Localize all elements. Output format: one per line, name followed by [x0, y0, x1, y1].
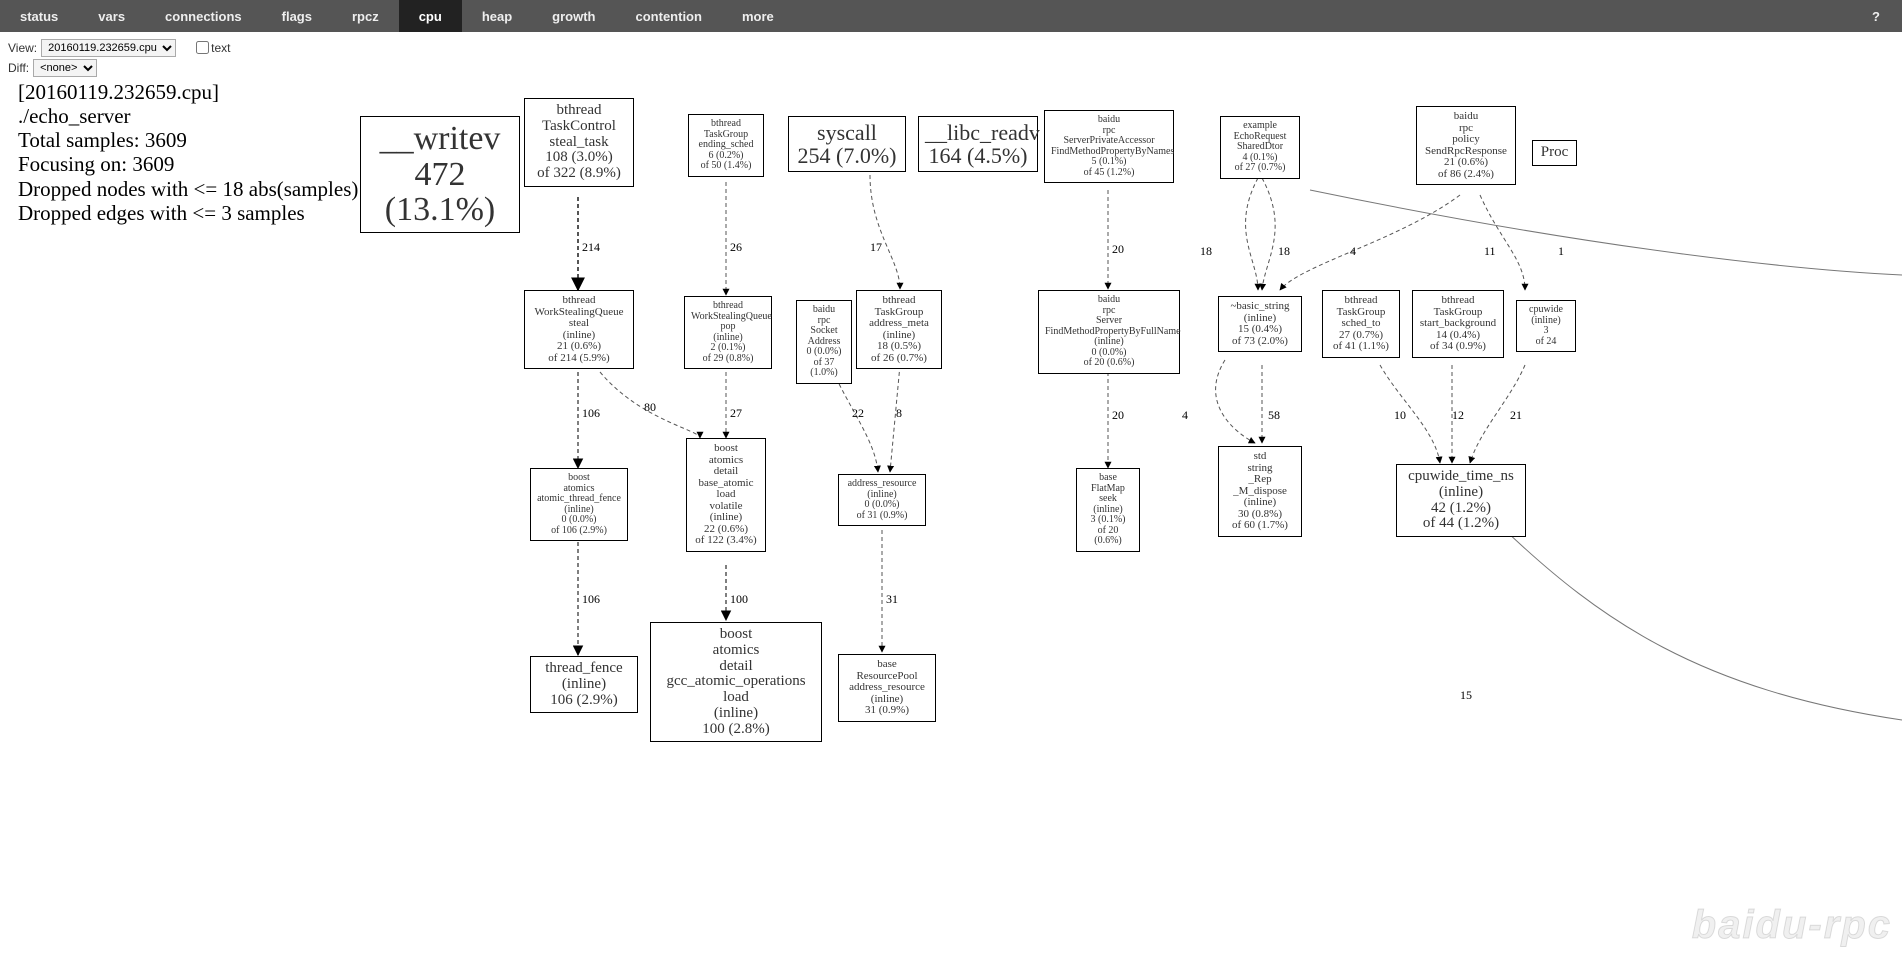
- nav-growth[interactable]: growth: [532, 0, 615, 32]
- edge-8: 8: [896, 406, 902, 421]
- summary-focus: Focusing on: 3609: [18, 152, 358, 176]
- edge-26: 26: [730, 240, 742, 255]
- edge-27: 27: [730, 406, 742, 421]
- edge-15: 15: [1460, 688, 1472, 703]
- summary-drop-edges: Dropped edges with <= 3 samples: [18, 201, 358, 225]
- node-wsq-steal[interactable]: bthreadWorkStealingQueuesteal(inline)21 …: [524, 290, 634, 369]
- node-proc[interactable]: Proc: [1532, 140, 1577, 166]
- edge-21: 21: [1510, 408, 1522, 423]
- edge-20a: 20: [1112, 242, 1124, 257]
- nav-contention[interactable]: contention: [616, 0, 722, 32]
- text-checkbox[interactable]: [196, 41, 209, 54]
- edge-80: 80: [644, 400, 656, 415]
- edge-18b: 18: [1278, 244, 1290, 259]
- summary: [20160119.232659.cpu] ./echo_server Tota…: [18, 80, 358, 225]
- node-address-resource[interactable]: address_resource(inline)0 (0.0%)of 31 (0…: [838, 474, 926, 526]
- nav-connections[interactable]: connections: [145, 0, 262, 32]
- navbar: status vars connections flags rpcz cpu h…: [0, 0, 1902, 32]
- summary-file: [20160119.232659.cpu]: [18, 80, 358, 104]
- node-basic-string[interactable]: ~basic_string(inline)15 (0.4%)of 73 (2.0…: [1218, 296, 1302, 352]
- edge-17: 17: [870, 240, 882, 255]
- edge-100: 100: [730, 592, 748, 607]
- node-start-background[interactable]: bthreadTaskGroupstart_background14 (0.4%…: [1412, 290, 1504, 358]
- edge-214: 214: [582, 240, 600, 255]
- edge-10: 10: [1394, 408, 1406, 423]
- node-send-rpc[interactable]: baidurpcpolicySendRpcResponse21 (0.6%)of…: [1416, 106, 1516, 185]
- edge-22: 22: [852, 406, 864, 421]
- node-ending-sched[interactable]: bthreadTaskGroupending_sched6 (0.2%)of 5…: [688, 114, 764, 177]
- diff-select[interactable]: <none>: [33, 59, 97, 77]
- view-label: View:: [8, 41, 37, 55]
- diff-label: Diff:: [8, 61, 29, 75]
- node-steal-task[interactable]: bthreadTaskControlsteal_task108 (3.0%)of…: [524, 98, 634, 187]
- node-find-method-fullname[interactable]: baidurpcServerFindMethodPropertyByFullNa…: [1038, 290, 1180, 374]
- watermark: baidu-rpc: [1692, 903, 1892, 948]
- node-wsq-pop[interactable]: bthreadWorkStealingQueuepop(inline)2 (0.…: [684, 296, 772, 369]
- nav-more[interactable]: more: [722, 0, 794, 32]
- edge-4b: 4: [1182, 408, 1188, 423]
- edge-11: 11: [1484, 244, 1496, 259]
- node-syscall[interactable]: syscall254 (7.0%): [788, 116, 906, 172]
- node-cpuwide-time-ns[interactable]: cpuwide_time_ns(inline)42 (1.2%)of 44 (1…: [1396, 464, 1526, 537]
- edge-20b: 20: [1112, 408, 1124, 423]
- node-atomic-thread-fence[interactable]: boostatomicsatomic_thread_fence(inline)0…: [530, 468, 628, 541]
- view-select[interactable]: 20160119.232659.cpu: [41, 39, 176, 57]
- edge-106b: 106: [582, 592, 600, 607]
- nav-flags[interactable]: flags: [262, 0, 332, 32]
- edge-12: 12: [1452, 408, 1464, 423]
- edge-58: 58: [1268, 408, 1280, 423]
- nav-heap[interactable]: heap: [462, 0, 532, 32]
- node-resource-pool[interactable]: baseResourcePooladdress_resource(inline)…: [838, 654, 936, 722]
- nav-vars[interactable]: vars: [78, 0, 145, 32]
- controls: View: 20160119.232659.cpu text Diff: <no…: [0, 32, 1902, 85]
- summary-total: Total samples: 3609: [18, 128, 358, 152]
- nav-help[interactable]: ?: [1862, 0, 1890, 32]
- node-address-meta[interactable]: bthreadTaskGroupaddress_meta(inline)18 (…: [856, 290, 942, 369]
- node-base-atomic-load[interactable]: boostatomicsdetailbase_atomicloadvolatil…: [686, 438, 766, 552]
- text-label: text: [211, 41, 230, 55]
- edge-18a: 18: [1200, 244, 1212, 259]
- edge-106a: 106: [582, 406, 600, 421]
- edge-4a: 4: [1350, 244, 1356, 259]
- summary-drop-nodes: Dropped nodes with <= 18 abs(samples): [18, 177, 358, 201]
- node-thread-fence[interactable]: thread_fence(inline)106 (2.9%): [530, 656, 638, 713]
- summary-binary: ./echo_server: [18, 104, 358, 128]
- node-socket-addr[interactable]: baidurpcSocketAddress0 (0.0%)of 37 (1.0%…: [796, 300, 852, 384]
- edge-1: 1: [1558, 244, 1564, 259]
- edge-31: 31: [886, 592, 898, 607]
- node-echo-request[interactable]: exampleEchoRequestSharedDtor4 (0.1%)of 2…: [1220, 116, 1300, 179]
- node-libc-readv[interactable]: __libc_readv164 (4.5%): [918, 116, 1038, 172]
- nav-status[interactable]: status: [0, 0, 78, 32]
- node-gcc-atomic-ops[interactable]: boostatomicsdetailgcc_atomic_operationsl…: [650, 622, 822, 742]
- node-sched-to[interactable]: bthreadTaskGroupsched_to27 (0.7%)of 41 (…: [1322, 290, 1400, 358]
- node-server-private-accessor[interactable]: baidurpcServerPrivateAccessorFindMethodP…: [1044, 110, 1174, 183]
- nav-rpcz[interactable]: rpcz: [332, 0, 399, 32]
- node-cpuwide-inline[interactable]: cpuwide(inline)3of 24: [1516, 300, 1576, 352]
- node-writev[interactable]: __writev472 (13.1%): [360, 116, 520, 233]
- nav-cpu[interactable]: cpu: [399, 0, 462, 32]
- node-m-dispose[interactable]: stdstring_Rep_M_dispose(inline)30 (0.8%)…: [1218, 446, 1302, 537]
- node-flatmap-seek[interactable]: baseFlatMapseek(inline)3 (0.1%)of 20 (0.…: [1076, 468, 1140, 552]
